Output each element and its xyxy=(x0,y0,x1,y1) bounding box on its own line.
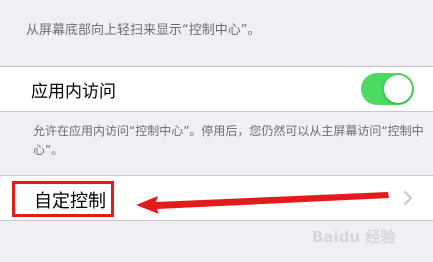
arrow-left-icon xyxy=(136,192,389,214)
chevron-right-icon[interactable] xyxy=(401,189,415,207)
separator xyxy=(0,220,433,221)
watermark: Baidu 经验 xyxy=(312,228,396,246)
in-app-access-row: 应用内访问 xyxy=(0,67,433,111)
swipe-hint-text: 从屏幕底部向上轻扫来显示“控制中心”。 xyxy=(26,23,261,38)
in-app-access-label: 应用内访问 xyxy=(31,82,116,102)
toggle-knob xyxy=(384,75,412,103)
separator xyxy=(0,111,433,112)
in-app-access-description: 允许在应用内访问“控制中心”。停用后，您仍然可以从主屏幕访问“控制中心”。 xyxy=(33,124,424,157)
in-app-access-toggle[interactable] xyxy=(361,73,414,105)
highlight-box xyxy=(12,181,114,217)
